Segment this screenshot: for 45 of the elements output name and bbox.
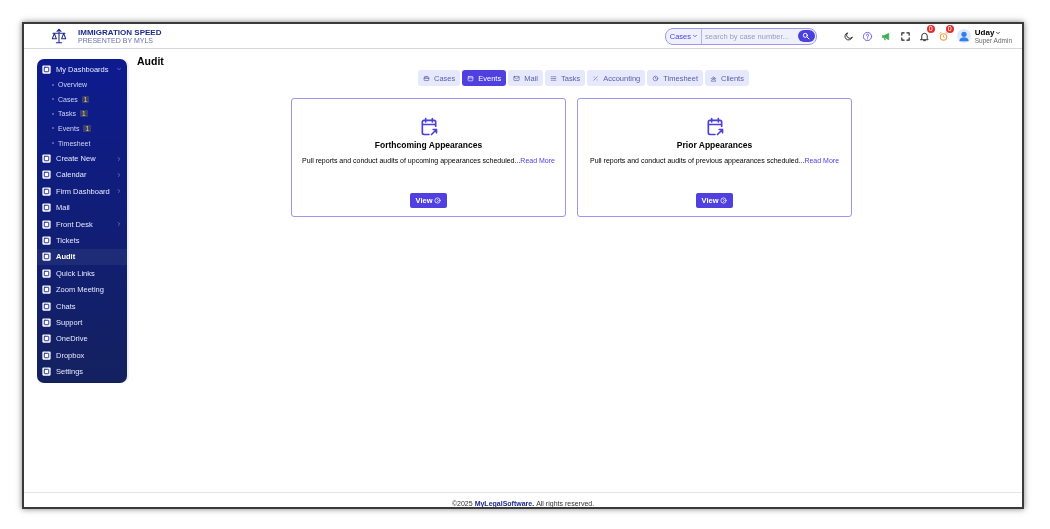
clock-icon — [652, 74, 660, 82]
chevron-right-icon[interactable] — [116, 171, 122, 178]
square-icon — [42, 367, 51, 377]
logo-title: IMMIGRATION SPEED — [78, 28, 162, 37]
card-title: Prior Appearances — [676, 140, 753, 150]
page-title: Audit — [137, 55, 165, 69]
moon-icon[interactable] — [842, 30, 854, 42]
chevron-down-icon[interactable] — [116, 66, 122, 73]
square-icon — [42, 170, 51, 180]
arrow-circle-icon — [720, 197, 728, 204]
caret-icon — [692, 33, 699, 39]
calendar-icon — [467, 74, 475, 82]
square-icon — [42, 334, 51, 344]
square-icon — [42, 236, 51, 245]
square-icon — [42, 219, 51, 229]
people-icon — [710, 74, 717, 82]
square-icon — [42, 154, 51, 164]
user-name[interactable]: Uday — [974, 28, 1012, 37]
percent-icon — [592, 74, 600, 82]
chevron-right-icon[interactable] — [116, 221, 122, 228]
arrow-circle-icon — [434, 197, 442, 204]
square-icon — [42, 252, 51, 262]
card-title: Forthcoming Appearances — [374, 140, 483, 150]
alarm-clock-icon[interactable] — [937, 30, 949, 42]
help-icon[interactable] — [861, 30, 873, 42]
square-icon — [42, 285, 51, 295]
search-button[interactable] — [798, 30, 815, 42]
megaphone-icon[interactable] — [880, 30, 892, 42]
search-icon — [802, 32, 811, 40]
square-icon — [42, 317, 51, 327]
chevron-right-icon[interactable] — [116, 188, 122, 195]
envelope-icon — [513, 74, 521, 82]
avatar-icon — [956, 29, 971, 43]
square-icon — [42, 301, 51, 311]
square-icon — [42, 186, 51, 196]
square-icon — [42, 350, 51, 360]
square-icon — [42, 203, 51, 213]
chevron-right-icon[interactable] — [116, 155, 122, 162]
bell-icon[interactable] — [918, 30, 930, 42]
briefcase-icon — [423, 74, 430, 82]
list-icon — [549, 74, 557, 82]
square-icon — [42, 64, 51, 74]
fullscreen-icon[interactable] — [899, 30, 911, 42]
square-icon — [42, 268, 51, 278]
caret-icon — [995, 29, 1002, 36]
